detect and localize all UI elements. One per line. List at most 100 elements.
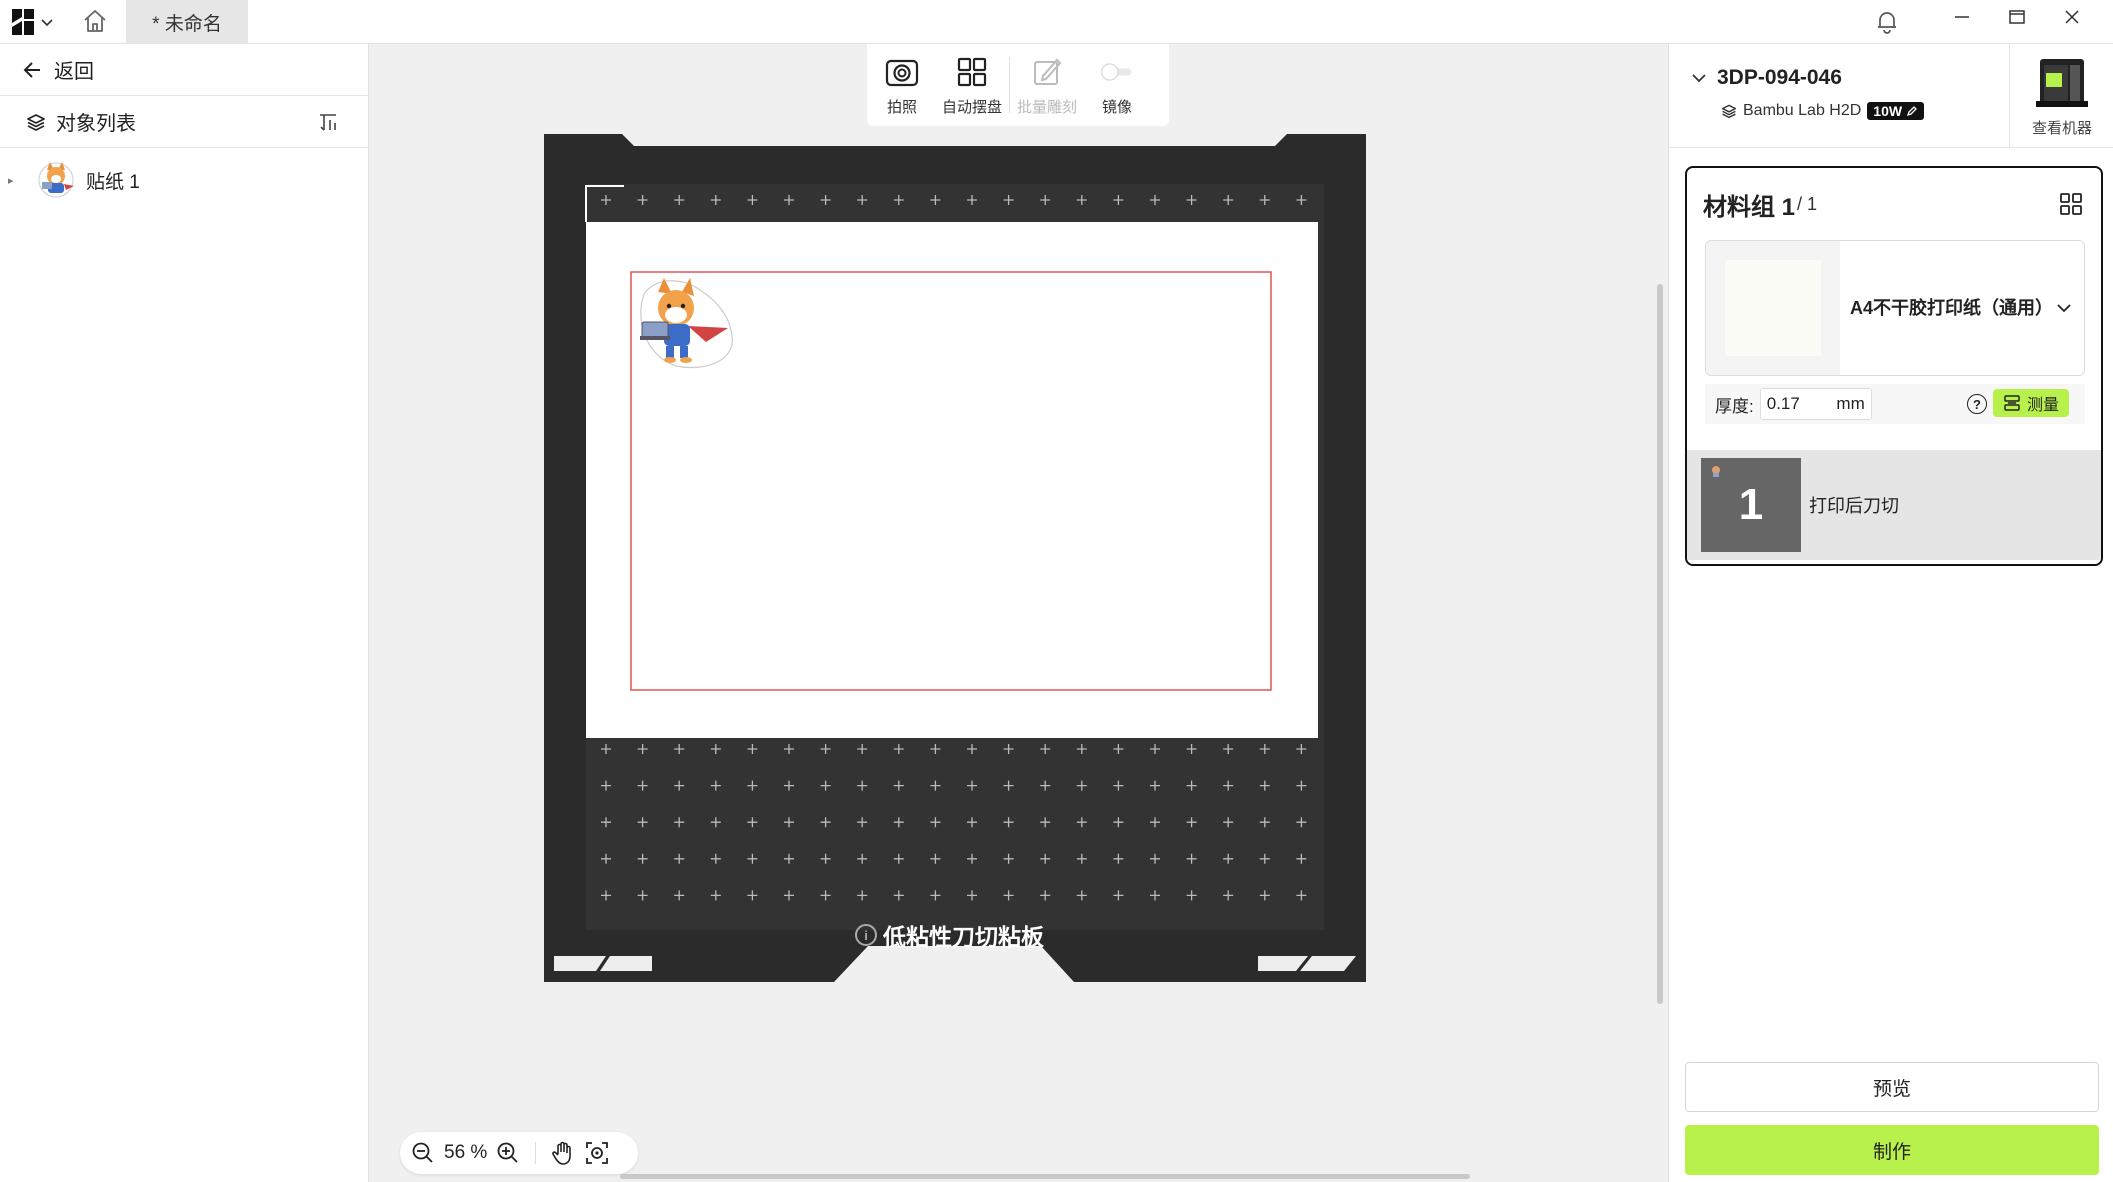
measure-label: 测量 — [2026, 397, 2059, 414]
focus-icon — [586, 1142, 609, 1164]
layers-icon — [1721, 104, 1737, 119]
printer-model-row: Bambu Lab H2D 10W — [1721, 102, 1925, 120]
app-logo-icon — [12, 9, 34, 35]
arrow-left-icon — [23, 61, 40, 78]
make-button[interactable]: 制作 — [1685, 1125, 2099, 1175]
mirror-toggle[interactable]: 镜像 — [1082, 54, 1152, 117]
left-panel: 返回 对象列表 ▸ 贴纸 1 — [0, 44, 369, 1182]
printer-model: Bambu Lab H2D — [1743, 102, 1862, 119]
photo-button[interactable]: 拍照 — [867, 54, 937, 117]
minimize-button[interactable] — [1942, 2, 1982, 32]
measure-icon — [2004, 395, 2020, 411]
tab-untitled[interactable]: * 未命名 — [126, 0, 248, 44]
title-bar: * 未命名 — [0, 0, 2113, 44]
material-group-header: 材料组 1 / 1 — [1687, 168, 2101, 240]
minimize-icon — [1955, 16, 1969, 18]
canvas-area[interactable]: 拍照 自动摆盘 批量雕刻 镜像 i 低粘性刀切粘板 56 % — [370, 44, 1668, 1182]
maximize-button[interactable] — [1997, 2, 2037, 32]
fit-view-button[interactable] — [584, 1140, 610, 1166]
back-label: 返回 — [54, 61, 94, 83]
zoom-in-icon — [497, 1142, 518, 1163]
notification-button[interactable] — [1872, 6, 1902, 36]
thickness-label: 厚度: — [1715, 396, 1754, 416]
batch-engrave-label: 批量雕刻 — [1016, 98, 1077, 116]
vertical-scrollbar[interactable] — [1657, 284, 1663, 1004]
view-machine-button[interactable]: 查看机器 — [2009, 44, 2113, 148]
object-list-header: 对象列表 — [0, 96, 368, 148]
thickness-value: 0.17 — [1766, 394, 1800, 413]
info-icon: i — [855, 924, 877, 946]
laser-power: 10W — [1873, 103, 1903, 119]
object-name: 贴纸 1 — [86, 171, 140, 193]
photo-label: 拍照 — [886, 98, 917, 116]
toggle-off-icon — [1101, 62, 1132, 81]
grid-view-icon[interactable] — [2059, 192, 2083, 216]
engrave-icon — [1034, 58, 1062, 85]
material-dropdown[interactable] — [2044, 300, 2084, 316]
right-panel: 3DP-094-046 Bambu Lab H2D 10W 查看机器 材料组 1… — [1668, 44, 2113, 1182]
close-icon — [2065, 10, 2079, 24]
printer-icon — [2036, 58, 2088, 107]
zoom-level: 56 % — [444, 1142, 488, 1163]
chevron-down-icon — [2057, 304, 2071, 313]
app-menu-button[interactable] — [12, 8, 60, 36]
toolbar-divider — [1009, 57, 1010, 113]
material-group-title: 材料组 1 — [1703, 193, 1796, 221]
back-button[interactable]: 返回 — [0, 44, 368, 96]
maximize-icon — [2009, 10, 2025, 24]
hand-icon — [552, 1141, 572, 1165]
thickness-input[interactable]: 0.17 mm — [1759, 388, 1872, 420]
view-machine-label: 查看机器 — [2031, 119, 2092, 137]
sticker-thumbnail — [38, 162, 74, 198]
sticker-mini-icon — [1712, 466, 1720, 477]
camera-icon — [885, 59, 919, 86]
edit-icon — [1907, 106, 1918, 117]
zoom-bar: 56 % — [400, 1132, 638, 1174]
zoom-out-icon — [412, 1142, 433, 1163]
cutting-mat[interactable] — [544, 134, 1366, 986]
printer-selector[interactable]: 3DP-094-046 Bambu Lab H2D 10W 查看机器 — [1669, 44, 2113, 148]
object-list-title: 对象列表 — [56, 113, 136, 135]
grid-icon — [957, 57, 987, 86]
material-group-count: / 1 — [1797, 193, 1818, 214]
home-button[interactable] — [80, 6, 110, 36]
chevron-down-icon — [41, 19, 53, 27]
auto-arrange-label: 自动摆盘 — [941, 98, 1002, 116]
canvas-toolbar: 拍照 自动摆盘 批量雕刻 镜像 — [867, 44, 1169, 126]
sort-button[interactable] — [316, 110, 340, 134]
material-group-card: 材料组 1 / 1 A4不干胶打印纸（通用） 厚度: 0.17 mm ? 测量 … — [1685, 166, 2103, 566]
thickness-unit: mm — [1836, 394, 1865, 413]
printer-name: 3DP-094-046 — [1717, 66, 1842, 89]
chevron-down-icon — [1692, 74, 1706, 83]
printer-name-row[interactable]: 3DP-094-046 — [1691, 66, 1842, 90]
list-item[interactable]: ▸ 贴纸 1 — [0, 148, 368, 212]
material-selector[interactable]: A4不干胶打印纸（通用） — [1705, 240, 2085, 376]
caret-right-icon[interactable]: ▸ — [8, 174, 26, 187]
zoom-out-button[interactable] — [410, 1140, 436, 1166]
task-item[interactable]: 1 打印后刀切 — [1687, 450, 2101, 560]
bell-icon — [1878, 12, 1896, 34]
thickness-row: 厚度: 0.17 mm ? 测量 — [1705, 384, 2085, 424]
help-icon[interactable]: ? — [1967, 394, 1987, 414]
material-swatch — [1706, 241, 1840, 375]
plate-label-text: 低粘性刀切粘板 — [883, 924, 1044, 950]
task-label: 打印后刀切 — [1809, 496, 1899, 516]
zoom-in-button[interactable] — [495, 1140, 521, 1166]
layers-icon — [27, 113, 45, 131]
laser-module-badge[interactable]: 10W — [1867, 102, 1925, 120]
preview-button[interactable]: 预览 — [1685, 1062, 2099, 1112]
home-icon — [84, 10, 106, 32]
plate-type-label[interactable]: i 低粘性刀切粘板 — [855, 918, 1044, 952]
task-number: 1 — [1738, 480, 1764, 529]
batch-engrave-button[interactable]: 批量雕刻 — [1012, 54, 1082, 117]
material-name: A4不干胶打印纸（通用） — [1850, 298, 2054, 318]
sort-icon — [320, 114, 336, 131]
mirror-label: 镜像 — [1101, 98, 1132, 116]
task-thumbnail: 1 — [1701, 458, 1801, 552]
close-button[interactable] — [2052, 2, 2092, 32]
zoom-divider — [535, 1142, 537, 1164]
measure-button[interactable]: 测量 — [1993, 389, 2069, 417]
auto-arrange-button[interactable]: 自动摆盘 — [937, 54, 1007, 117]
horizontal-scrollbar[interactable] — [620, 1174, 1470, 1179]
pan-tool-button[interactable] — [550, 1140, 576, 1166]
